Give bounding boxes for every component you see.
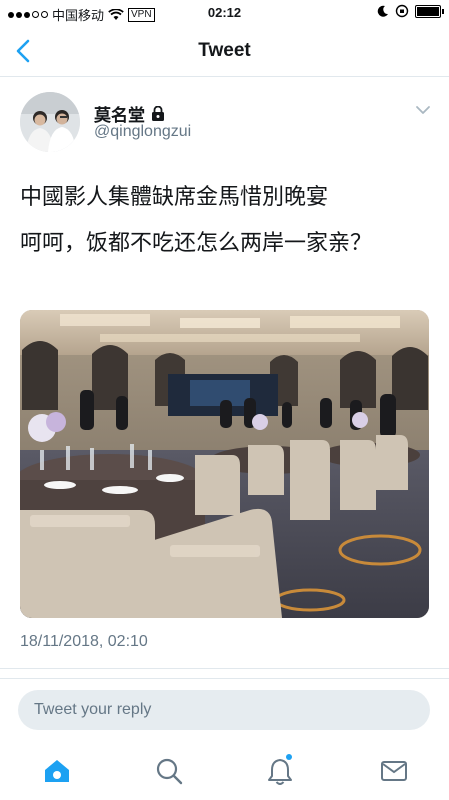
home-icon[interactable] [42,756,72,786]
tweet-text: 中國影人集體缺席金馬惜別晚宴 呵呵，饭都不吃还怎么两岸一家亲？ [20,180,430,272]
reply-box[interactable] [18,690,430,730]
orientation-lock-icon [395,4,409,18]
moon-icon [377,5,388,17]
avatar-photo [20,92,80,152]
nav-bar: Tweet [0,26,449,77]
tab-bar [0,748,449,800]
tweet-timestamp: 18/11/2018, 02:10 [20,633,148,650]
banquet-hall-image [20,310,429,618]
tweet-photo[interactable] [20,310,429,618]
battery-icon [415,4,444,18]
divider [0,668,449,669]
tweet-line: 呵呵，饭都不吃还怎么两岸一家亲？ [20,230,373,255]
chevron-down-icon[interactable] [415,104,431,116]
notifications-tab[interactable] [265,754,295,786]
reply-input[interactable] [18,690,414,730]
page-title: Tweet [198,40,251,61]
status-right [377,4,444,18]
lock-icon [152,106,164,121]
tweet-line: 中國影人集體缺席金馬惜別晚宴 [20,184,329,209]
avatar[interactable] [20,92,80,152]
author-handle[interactable]: @qinglongzui [94,123,191,141]
status-bar: 中国移动 VPN 02:12 [0,0,449,26]
notification-dot [286,754,292,760]
divider [0,678,449,679]
bell-icon [268,759,292,785]
search-icon[interactable] [154,756,184,786]
messages-icon[interactable] [379,756,409,786]
